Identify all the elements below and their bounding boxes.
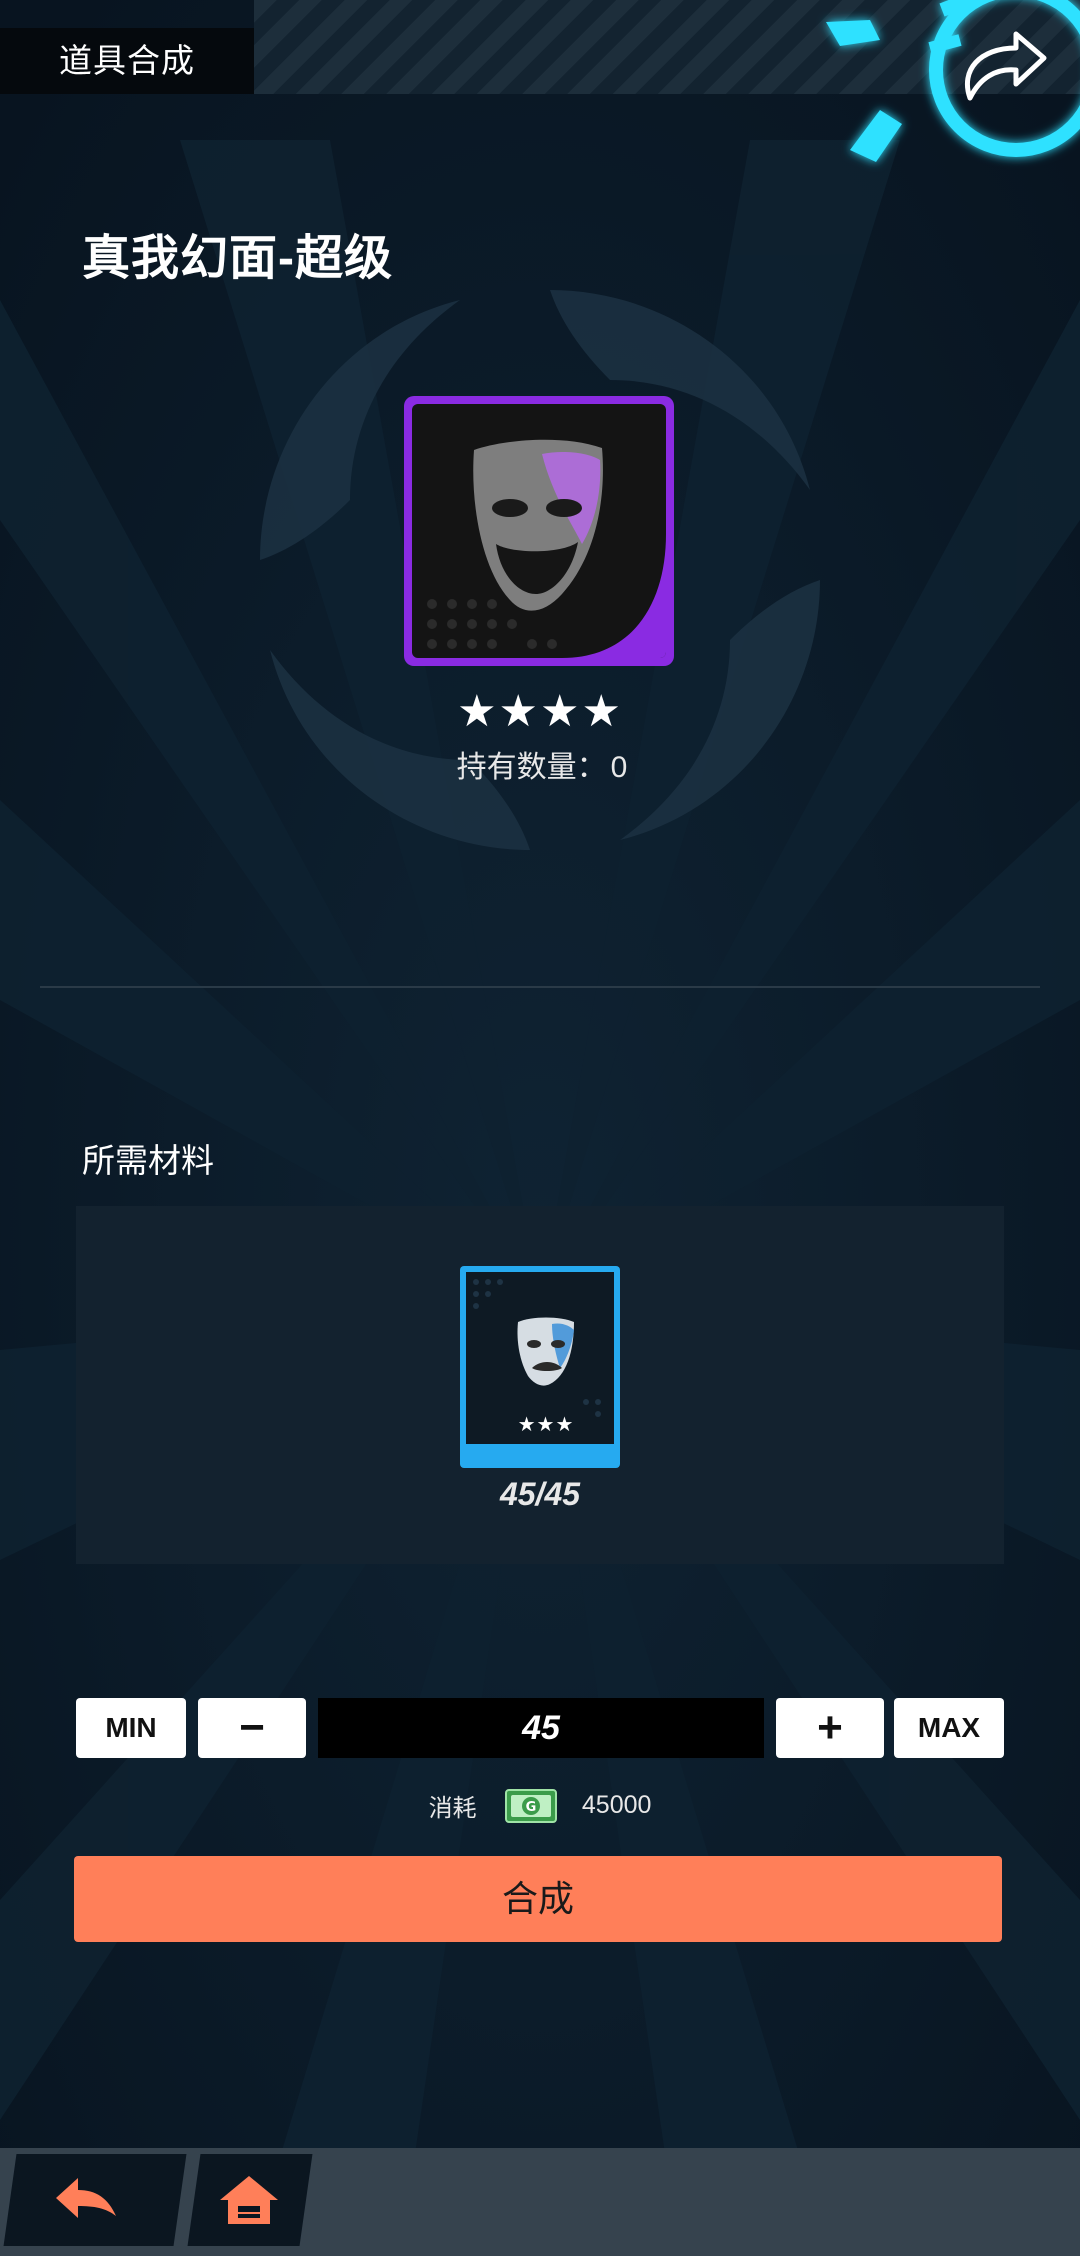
decrement-button[interactable]: −: [198, 1698, 306, 1758]
max-button[interactable]: MAX: [894, 1698, 1004, 1758]
materials-title: 所需材料: [82, 1142, 214, 1179]
section-divider: [40, 986, 1040, 988]
home-icon: [220, 2176, 278, 2224]
drama-mask-icon: [427, 439, 666, 658]
material-rarity-stars: ★★★: [517, 1414, 575, 1436]
item-rarity-stars: ★★★★: [457, 687, 623, 736]
material-card[interactable]: ★★★: [460, 1266, 620, 1468]
back-arrow-icon: [56, 2178, 116, 2218]
svg-text:G: G: [526, 1800, 537, 1815]
item-card[interactable]: [404, 396, 674, 666]
owned-value: 0: [610, 751, 628, 784]
page-title: 道具合成: [59, 42, 195, 79]
owned-quantity: 持有数量： 0: [0, 742, 1080, 786]
gold-coin-icon: G: [505, 1788, 558, 1823]
synthesize-button[interactable]: 合成: [74, 1856, 1002, 1942]
cost-value: 45000: [581, 1791, 652, 1819]
quantity-field[interactable]: 45: [318, 1698, 764, 1758]
share-icon[interactable]: [810, 0, 1080, 180]
owned-label: 持有数量：: [456, 751, 607, 784]
cost-label: 消耗: [428, 1795, 477, 1822]
increment-button[interactable]: +: [776, 1698, 884, 1758]
material-count: 45/45: [499, 1476, 581, 1512]
cost-row: 消耗 G 45000: [0, 1788, 1080, 1828]
min-button[interactable]: MIN: [76, 1698, 186, 1758]
